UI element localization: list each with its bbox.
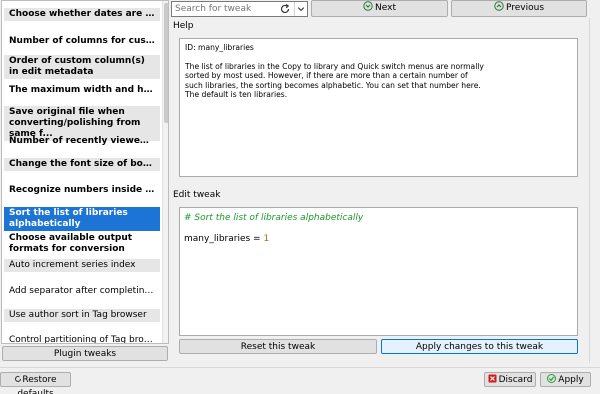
tweak-editor[interactable]: # Sort the list of libraries alphabetica…	[179, 207, 578, 336]
tweak-list[interactable]: Choose whether dates are sorted ... Numbe…	[1, 0, 169, 344]
tweak-list-item[interactable]: Change the font size of book det...	[4, 158, 160, 171]
divider	[589, 18, 590, 363]
help-id-line: ID: many_libraries	[185, 43, 254, 52]
plugin-tweaks-label: Plugin tweaks	[53, 349, 117, 359]
code-comment: # Sort the list of libraries alphabetica…	[184, 213, 364, 223]
restore-defaults-label: Restore defaults	[17, 375, 57, 394]
discard-label: Discard	[498, 375, 533, 385]
tweak-list-item[interactable]: The maximum width and height f...	[4, 84, 160, 97]
code-variable: many_libraries =	[184, 234, 264, 244]
reset-label: Reset this tweak	[240, 342, 316, 352]
tweak-list-item[interactable]: Order of custom column(s) in edit metada…	[4, 55, 160, 79]
apply-label: Apply	[558, 375, 584, 385]
tweak-list-item[interactable]: Sort the list of libraries alphabeticall…	[4, 207, 160, 231]
apply-changes-button[interactable]: Apply changes to this tweak	[381, 339, 578, 354]
refresh-icon[interactable]	[279, 3, 291, 15]
tweak-list-item[interactable]: Control partitioning of Tag browser	[4, 334, 160, 343]
arrow-up-circle-icon	[494, 1, 504, 11]
arrow-down-circle-icon	[363, 1, 373, 11]
apply-button[interactable]: Apply	[540, 372, 591, 387]
next-label: Next	[375, 3, 396, 13]
check-circle-icon	[547, 374, 557, 383]
tweak-list-item[interactable]: Add separator after completing an aut...	[4, 285, 160, 298]
help-text: The list of libraries in the Copy to lib…	[185, 61, 484, 100]
tweak-list-item[interactable]: Number of columns for custom me...	[4, 35, 160, 48]
discard-icon	[488, 374, 497, 383]
edit-section-label: Edit tweak	[173, 190, 221, 200]
tweak-list-item[interactable]: Use author sort in Tag browser	[4, 309, 160, 322]
previous-label: Previous	[505, 3, 545, 13]
next-button[interactable]: Next	[311, 0, 448, 17]
previous-button[interactable]: Previous	[451, 0, 587, 17]
code-value: 1	[263, 234, 270, 244]
restore-defaults-button[interactable]: Restore defaults	[0, 372, 71, 394]
apply-changes-label: Apply changes to this tweak	[415, 342, 544, 352]
tweak-list-item[interactable]: Choose available output formats for conv…	[4, 232, 160, 256]
divider	[0, 367, 600, 368]
search-input[interactable]	[172, 2, 276, 16]
help-box: ID: many_libraries The list of libraries…	[179, 38, 578, 177]
tweak-list-item[interactable]: Number of recently viewed books ...	[4, 135, 160, 148]
tweak-list-item[interactable]: Auto increment series index	[4, 259, 160, 272]
tweak-list-item[interactable]: Choose whether dates are sorted ...	[4, 8, 160, 21]
reset-tweak-button[interactable]: Reset this tweak	[179, 339, 377, 354]
tweak-list-item[interactable]: Recognize numbers inside text wh...	[4, 184, 160, 197]
discard-button[interactable]: Discard	[484, 372, 536, 387]
help-section-label: Help	[173, 21, 194, 31]
tweak-list-scrollbar[interactable]	[162, 1, 168, 343]
chevron-down-icon[interactable]	[294, 2, 307, 16]
scrollbar-thumb[interactable]	[164, 3, 168, 123]
plugin-tweaks-button[interactable]: Plugin tweaks	[2, 346, 168, 361]
search-box[interactable]	[171, 1, 308, 17]
